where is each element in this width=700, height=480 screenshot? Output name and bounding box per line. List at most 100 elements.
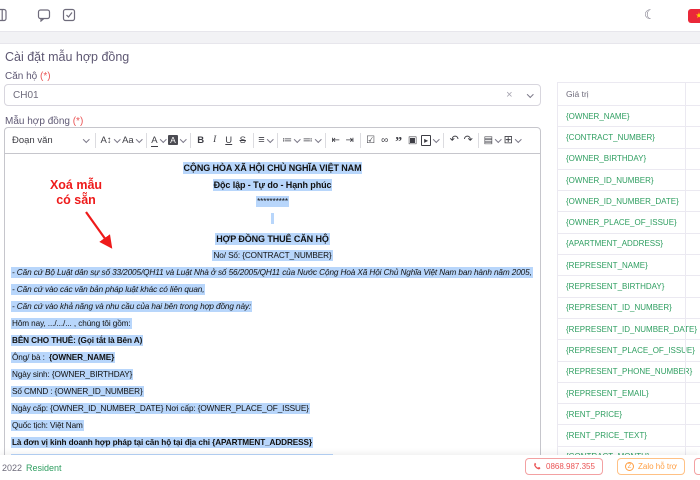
- ordered-list-button[interactable]: [281, 131, 302, 151]
- placeholder-value[interactable]: {REPRESENT_BIRTHDAY}: [566, 282, 664, 291]
- zalo-support-button[interactable]: Z Zalo hỗ trợ: [617, 458, 686, 475]
- table-row[interactable]: {REPRESENT_PHONE_NUMBER}: [558, 362, 700, 383]
- align-icon: [258, 135, 264, 146]
- editor-paragraph: [11, 213, 534, 228]
- placeholder-value[interactable]: {OWNER_NAME}: [566, 112, 630, 121]
- placeholder-value[interactable]: {REPRESENT_EMAIL}: [566, 389, 649, 398]
- placeholder-value[interactable]: {OWNER_PLACE_OF_ISSUE}: [566, 218, 677, 227]
- underline-button[interactable]: [222, 131, 236, 151]
- moon-icon[interactable]: ☾: [644, 7, 656, 23]
- table-row[interactable]: {REPRESENT_NAME}: [558, 255, 700, 277]
- table-row[interactable]: {CONTRACT_NUMBER}: [558, 127, 700, 149]
- table-row[interactable]: {RENT_PRICE}: [558, 404, 700, 426]
- placeholder-value[interactable]: {OWNER_ID_NUMBER}: [566, 176, 654, 185]
- grid-icon[interactable]: [0, 8, 7, 27]
- table-row[interactable]: {REPRESENT_EMAIL}: [558, 383, 700, 405]
- placeholder-value[interactable]: {OWNER_BIRTHDAY}: [566, 154, 646, 163]
- editor-paragraph: - Căn cứ vào các văn bản pháp luật khác …: [11, 284, 534, 296]
- chat-icon[interactable]: [37, 8, 51, 27]
- outdent-button[interactable]: [329, 131, 343, 151]
- editor-paragraph: Là đơn vị kinh doanh hợp pháp tại căn hộ…: [11, 437, 534, 449]
- apartment-select[interactable]: CH01 ×: [4, 84, 541, 106]
- clear-icon[interactable]: ×: [506, 89, 512, 101]
- media-button[interactable]: [420, 131, 441, 151]
- placeholder-value[interactable]: {REPRESENT_ID_NUMBER}: [566, 303, 672, 312]
- placeholder-value[interactable]: {OWNER_ID_NUMBER_DATE}: [566, 197, 679, 206]
- editor-paragraph: Số CMND : {OWNER_ID_NUMBER}: [11, 386, 534, 398]
- chevron-down-icon[interactable]: [526, 90, 533, 98]
- placeholder-value[interactable]: {CONTRACT_NUMBER}: [566, 133, 655, 142]
- indent-button[interactable]: [343, 131, 357, 151]
- copyright: 2022 Resident: [2, 463, 62, 473]
- editor-paragraph: - Căn cứ Bộ Luật dân sự số 33/2005/QH11 …: [11, 267, 534, 279]
- table-row[interactable]: {RENT_PRICE_TEXT}: [558, 425, 700, 447]
- block-quote-button[interactable]: [392, 131, 406, 151]
- table-row[interactable]: {OWNER_PLACE_OF_ISSUE}: [558, 212, 700, 234]
- editor-content-area[interactable]: CỘNG HÒA XÃ HỘI CHỦ NGHĨA VIỆT NAM Độc lậ…: [5, 154, 540, 466]
- placeholder-value[interactable]: {RENT_PRICE}: [566, 410, 622, 419]
- font-color-button[interactable]: [150, 131, 167, 151]
- phone-support-button[interactable]: 0868.987.355: [525, 458, 603, 475]
- table-row[interactable]: {REPRESENT_BIRTHDAY}: [558, 276, 700, 298]
- font-size-button[interactable]: [99, 131, 121, 151]
- selected-text: - Căn cứ vào các văn bản pháp luật khác …: [11, 284, 206, 295]
- image-button[interactable]: [406, 131, 420, 151]
- font-family-button[interactable]: [121, 131, 143, 151]
- placeholder-value[interactable]: {REPRESENT_PHONE_NUMBER}: [566, 367, 692, 376]
- link-button[interactable]: [378, 131, 392, 151]
- placeholder-value[interactable]: {REPRESENT_ID_NUMBER_DATE}: [566, 325, 697, 334]
- table-row[interactable]: {OWNER_BIRTHDAY}: [558, 149, 700, 170]
- table-row[interactable]: {OWNER_NAME}: [558, 106, 700, 128]
- undo-button[interactable]: [447, 131, 461, 151]
- table-row[interactable]: {OWNER_ID_NUMBER_DATE}: [558, 191, 700, 213]
- apartment-select-value: CH01: [13, 89, 39, 101]
- italic-button[interactable]: [208, 131, 222, 151]
- ordered-list-icon: [282, 136, 292, 146]
- editor-paragraph: **********: [11, 196, 534, 208]
- toolbar-separator: [189, 133, 191, 148]
- placeholder-value[interactable]: {APARTMENT_ADDRESS}: [566, 239, 663, 248]
- table-row[interactable]: {APARTMENT_ADDRESS}: [558, 234, 700, 256]
- outdent-icon: [331, 136, 339, 146]
- link-icon: [381, 136, 388, 146]
- paragraph-style-select[interactable]: Đoạn văn: [8, 131, 92, 151]
- brand-link[interactable]: Resident: [26, 463, 62, 473]
- placeholder-value[interactable]: {REPRESENT_PLACE_OF_ISSUE}: [566, 346, 695, 355]
- header-divider-band: [0, 31, 700, 44]
- selected-text: HỢP ĐỒNG THUÊ CĂN HỘ: [215, 233, 330, 245]
- image-icon: [408, 136, 417, 146]
- flag-star: ★: [695, 11, 700, 20]
- editor-paragraph: Ông/ bà : {OWNER_NAME}: [11, 352, 534, 364]
- toolbar-separator: [359, 133, 361, 148]
- editor-paragraph: Ngày cấp: {OWNER_ID_NUMBER_DATE} Nơi cấp…: [11, 403, 534, 415]
- insert-template-button[interactable]: [482, 131, 502, 151]
- toolbar-separator: [145, 133, 147, 148]
- chevron-down-icon: [433, 136, 440, 143]
- selected-text: Số CMND : {OWNER_ID_NUMBER}: [11, 386, 144, 397]
- bold-button[interactable]: [194, 131, 208, 151]
- check-square-icon[interactable]: [62, 8, 76, 27]
- placeholder-value[interactable]: {RENT_PRICE_TEXT}: [566, 431, 647, 440]
- table-button[interactable]: [502, 131, 522, 151]
- redo-button[interactable]: [461, 131, 475, 151]
- partial-button[interactable]: [694, 458, 700, 475]
- font-background-button[interactable]: [167, 131, 187, 151]
- chevron-down-icon: [113, 136, 121, 143]
- selected-text: - Căn cứ Bộ Luật dân sự số 33/2005/QH11 …: [11, 267, 533, 278]
- toolbar-separator: [478, 133, 480, 148]
- placeholder-value[interactable]: {REPRESENT_NAME}: [566, 261, 648, 270]
- table-row[interactable]: {REPRESENT_PLACE_OF_ISSUE}: [558, 340, 700, 362]
- font-family-icon: [122, 136, 134, 146]
- bullet-list-button[interactable]: [301, 131, 322, 151]
- table-row[interactable]: {REPRESENT_ID_NUMBER_DATE}: [558, 319, 700, 341]
- align-button[interactable]: [257, 131, 274, 151]
- table-row[interactable]: {OWNER_ID_NUMBER}: [558, 170, 700, 192]
- chevron-down-icon: [82, 136, 89, 143]
- required-asterisk: (*): [72, 116, 84, 127]
- strikethrough-button[interactable]: [236, 131, 250, 151]
- table-row[interactable]: {REPRESENT_ID_NUMBER}: [558, 298, 700, 319]
- contract-template-editor: Đoạn văn CỘNG HÒA XÃ HỘI CHỦ NGHĨA VIỆT …: [4, 127, 541, 480]
- template-field-label: Mẫu hợp đồng (*): [5, 116, 84, 127]
- vietnam-flag-icon[interactable]: ★: [688, 9, 700, 23]
- todo-list-button[interactable]: [364, 131, 378, 151]
